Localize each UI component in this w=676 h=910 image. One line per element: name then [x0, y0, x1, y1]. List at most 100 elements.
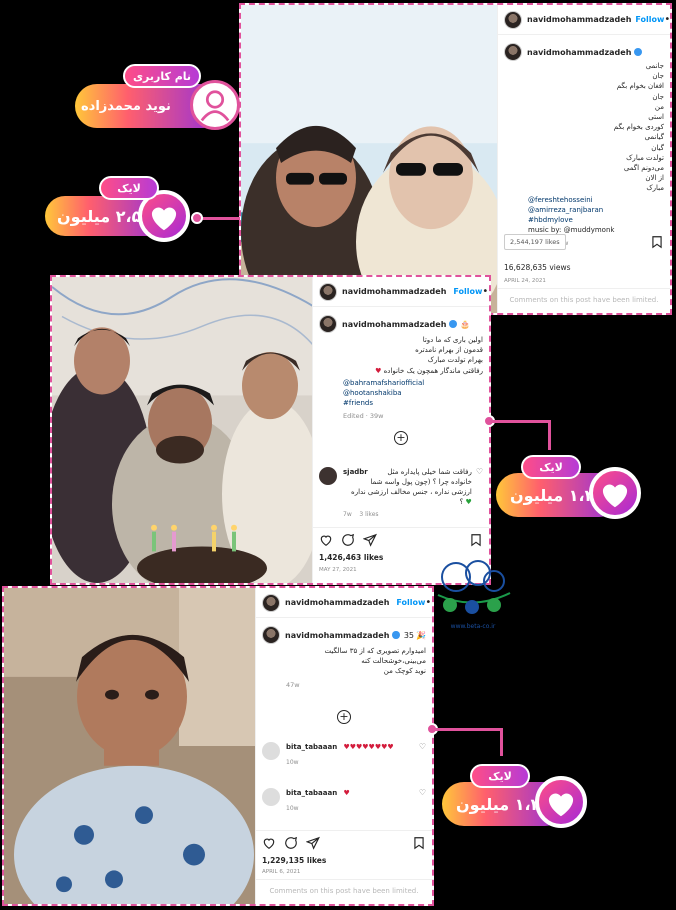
like-tab: لایک [470, 764, 530, 788]
avatar[interactable] [262, 593, 280, 612]
hashtag-link[interactable]: #friends [343, 398, 483, 408]
post-3: navidmohammadzadeh Follow ••• navidmoham… [2, 586, 434, 906]
bookmark-icon[interactable] [412, 836, 426, 850]
comment-avatar[interactable] [262, 788, 280, 806]
comment-likes[interactable]: 3 likes [359, 511, 378, 518]
mention-link[interactable]: @fereshtehosseini [528, 195, 664, 205]
comment-time: 7w [343, 511, 352, 518]
views-count[interactable]: 16,628,635 views [504, 263, 571, 272]
post-date: MAY 27, 2021 [319, 567, 357, 573]
likes-count[interactable]: 1,229,135 likes [262, 856, 326, 865]
caption-avatar[interactable] [504, 43, 522, 61]
caption-text: جانمی جان افغان بخوام بگم جان من استی کو… [613, 62, 664, 193]
follow-button[interactable]: Follow [396, 598, 425, 607]
edited-time: 47w [286, 680, 300, 689]
load-more-comments-icon[interactable]: + [394, 431, 408, 445]
likes-count[interactable]: 1,426,463 likes [319, 553, 383, 562]
share-icon[interactable] [363, 533, 377, 547]
username-text: نوید محمدزاده [81, 98, 171, 114]
comment-like-icon[interactable]: ♡ [419, 788, 426, 797]
heart-icon[interactable] [319, 533, 333, 547]
action-bar [313, 527, 489, 551]
post-1-sidebar: navidmohammadzadeh Follow ••• navidmoham… [497, 5, 670, 313]
site-watermark-logo: www.beta-co.ir [428, 555, 518, 650]
like-badge: ۲،۵۴ میلیون لایک [45, 176, 190, 244]
caption-text: امیدوارم تصویری که از ۳۵ سالگیت می‌بینی،… [324, 647, 426, 676]
caption-username[interactable]: navidmohammadzadeh [342, 320, 446, 329]
comment-time: 10w [286, 805, 299, 812]
hashtag-link[interactable]: #hbdmylove [528, 215, 664, 225]
username[interactable]: navidmohammadzadeh [285, 598, 389, 607]
username[interactable]: navidmohammadzadeh [527, 15, 631, 24]
post-3-sidebar: navidmohammadzadeh Follow ••• navidmoham… [255, 588, 432, 904]
like-badge: ۱،۲ میلیون لایک [442, 752, 587, 832]
load-more-comments-icon[interactable]: + [337, 710, 351, 724]
party-hat-emoji-icon: 🎉 [416, 630, 426, 640]
like-tab: لایک [99, 176, 159, 200]
connector-line [490, 420, 550, 423]
comment-like-icon[interactable]: ♡ [419, 742, 426, 751]
verified-icon [392, 631, 400, 639]
avatar[interactable] [319, 282, 337, 301]
more-options-icon[interactable]: ••• [664, 14, 670, 25]
comment-avatar[interactable] [319, 467, 337, 485]
bookmark-icon[interactable] [469, 533, 483, 547]
verified-icon [634, 48, 643, 56]
green-heart-icon: ♥ [465, 498, 472, 506]
edited-time: Edited · 39w [343, 412, 384, 421]
comments-limited-notice: Comments on this post have been limited. [498, 288, 670, 313]
like-count: ۱،۲ میلیون [456, 794, 541, 814]
heart-emoji-icon: ♥ [343, 789, 350, 797]
comment-item: bita_tabaaan ♥ 10w ♡ [256, 788, 432, 814]
username[interactable]: navidmohammadzadeh [342, 287, 446, 296]
like-count: ۱،۴ میلیون [510, 485, 595, 505]
comments-limited-notice: Comments on this post have been limited. [256, 879, 432, 904]
caption-number: 35 [403, 630, 415, 640]
comment-username[interactable]: sjadbr [343, 467, 368, 477]
username-tab: نام کاربری [123, 64, 201, 88]
follow-button[interactable]: Follow [453, 287, 482, 296]
verified-icon [449, 320, 458, 328]
connector-dot [191, 212, 203, 224]
comment-text-line: ؟ [459, 498, 464, 506]
caption-avatar[interactable] [262, 626, 280, 644]
post-date: APRIL 24, 2021 [504, 278, 546, 284]
cake-emoji-icon: 🎂 [460, 319, 471, 329]
caption-username[interactable]: navidmohammadzadeh [285, 631, 389, 640]
more-options-icon[interactable]: ••• [482, 286, 489, 297]
comment-item: bita_tabaaan ♥♥♥♥♥♥♥♥ 10w ♡ [256, 742, 432, 768]
comment-username[interactable]: bita_tabaaan [286, 789, 337, 797]
post-2-sidebar: navidmohammadzadeh Follow ••• navidmoham… [312, 277, 489, 583]
follow-button[interactable]: Follow [635, 15, 664, 24]
comment-like-icon[interactable]: ♡ [476, 467, 483, 476]
post-1-photo[interactable] [241, 5, 501, 313]
comment-text-line: ارزشی نداره ، جنس مخالف ارزشی نداره [351, 488, 472, 496]
post-2: navidmohammadzadeh Follow ••• navidmoham… [50, 275, 491, 585]
action-bar [256, 830, 432, 854]
comment-item: sjadbr رفاقت شما خیلی پایداره مثل خانواد… [313, 467, 489, 520]
comment-icon[interactable] [284, 836, 298, 850]
avatar[interactable] [504, 10, 522, 29]
caption-avatar[interactable] [319, 315, 337, 333]
heart-icon[interactable] [262, 836, 276, 850]
post-2-photo[interactable] [52, 277, 314, 583]
post-date: APRIL 6, 2021 [262, 869, 301, 875]
mention-link[interactable]: @amirreza_ranjbaran [528, 205, 664, 215]
comment-time: 10w [286, 759, 299, 766]
heart-icon [589, 467, 641, 519]
share-icon[interactable] [306, 836, 320, 850]
user-icon [190, 80, 240, 130]
post-3-photo[interactable] [4, 588, 259, 904]
mention-link[interactable]: @hootanshakiba [343, 388, 483, 398]
comment-avatar[interactable] [262, 742, 280, 760]
post-1: navidmohammadzadeh Follow ••• navidmoham… [239, 3, 672, 315]
bookmark-icon[interactable] [650, 235, 664, 249]
mention-link[interactable]: @bahramafshariofficial [343, 378, 483, 388]
caption-text: اولین باری که ما دوتا قدمون از بهرام نام… [375, 336, 483, 375]
comment-username[interactable]: bita_tabaaan [286, 743, 337, 751]
comment-icon[interactable] [341, 533, 355, 547]
caption-username[interactable]: navidmohammadzadeh [527, 48, 631, 57]
likes-tooltip: 2,544,197 likes [504, 234, 566, 250]
comment-text-line: خانواده چرا ؟ (چون پول واسه شما [370, 478, 472, 486]
caption-mentions: @bahramafshariofficial @hootanshakiba #f… [343, 378, 483, 409]
